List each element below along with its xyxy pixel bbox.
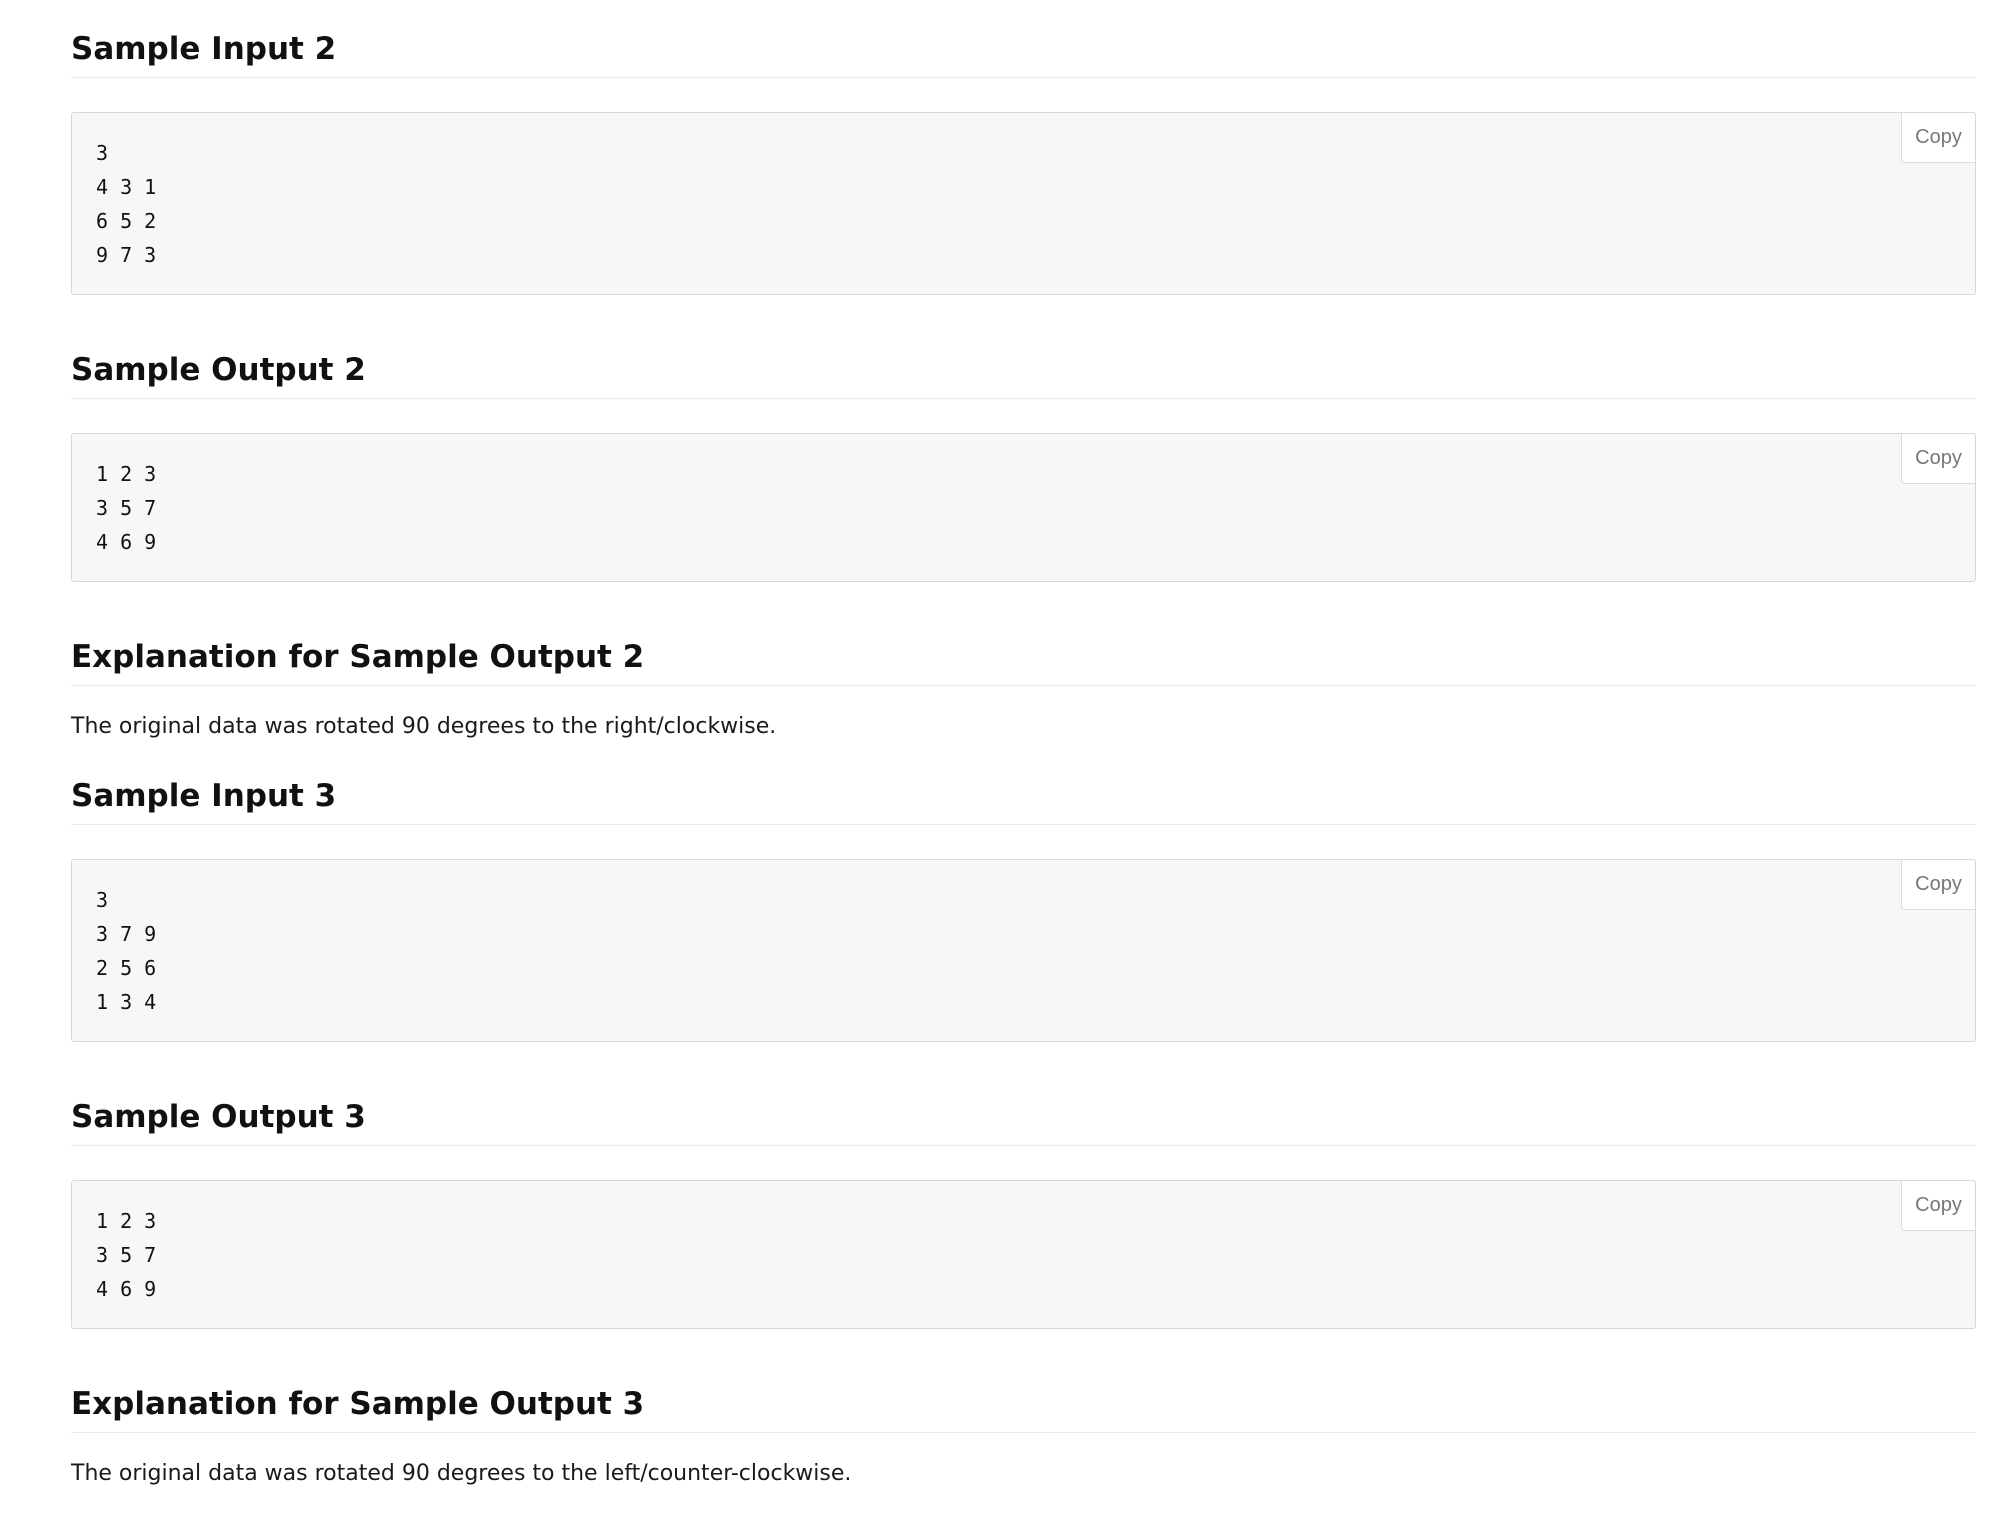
sample-output-3-code[interactable]: 1 2 3 3 5 7 4 6 9: [72, 1181, 1975, 1328]
sample-input-2-block: 3 4 3 1 6 5 2 9 7 3 Copy: [71, 112, 1976, 295]
sample-input-3-code[interactable]: 3 3 7 9 2 5 6 1 3 4: [72, 860, 1975, 1041]
copy-button[interactable]: Copy: [1901, 1181, 1975, 1231]
copy-button[interactable]: Copy: [1901, 434, 1975, 484]
problem-samples: Sample Input 2 3 4 3 1 6 5 2 9 7 3 Copy …: [71, 0, 1976, 1520]
sample-input-2-code[interactable]: 3 4 3 1 6 5 2 9 7 3: [72, 113, 1975, 294]
copy-button[interactable]: Copy: [1901, 860, 1975, 910]
explanation-3-text: The original data was rotated 90 degrees…: [71, 1461, 852, 1486]
explanation-3-heading: Explanation for Sample Output 3: [71, 1381, 1976, 1433]
sample-input-3-heading: Sample Input 3: [71, 773, 1976, 825]
sample-input-2-heading: Sample Input 2: [71, 26, 1976, 78]
explanation-2-heading: Explanation for Sample Output 2: [71, 634, 1976, 686]
sample-input-3-block: 3 3 7 9 2 5 6 1 3 4 Copy: [71, 859, 1976, 1042]
sample-output-3-block: 1 2 3 3 5 7 4 6 9 Copy: [71, 1180, 1976, 1329]
copy-button[interactable]: Copy: [1901, 113, 1975, 163]
sample-output-2-heading: Sample Output 2: [71, 347, 1976, 399]
sample-output-3-heading: Sample Output 3: [71, 1094, 1976, 1146]
sample-output-2-block: 1 2 3 3 5 7 4 6 9 Copy: [71, 433, 1976, 582]
sample-output-2-code[interactable]: 1 2 3 3 5 7 4 6 9: [72, 434, 1975, 581]
explanation-2-text: The original data was rotated 90 degrees…: [71, 714, 777, 739]
